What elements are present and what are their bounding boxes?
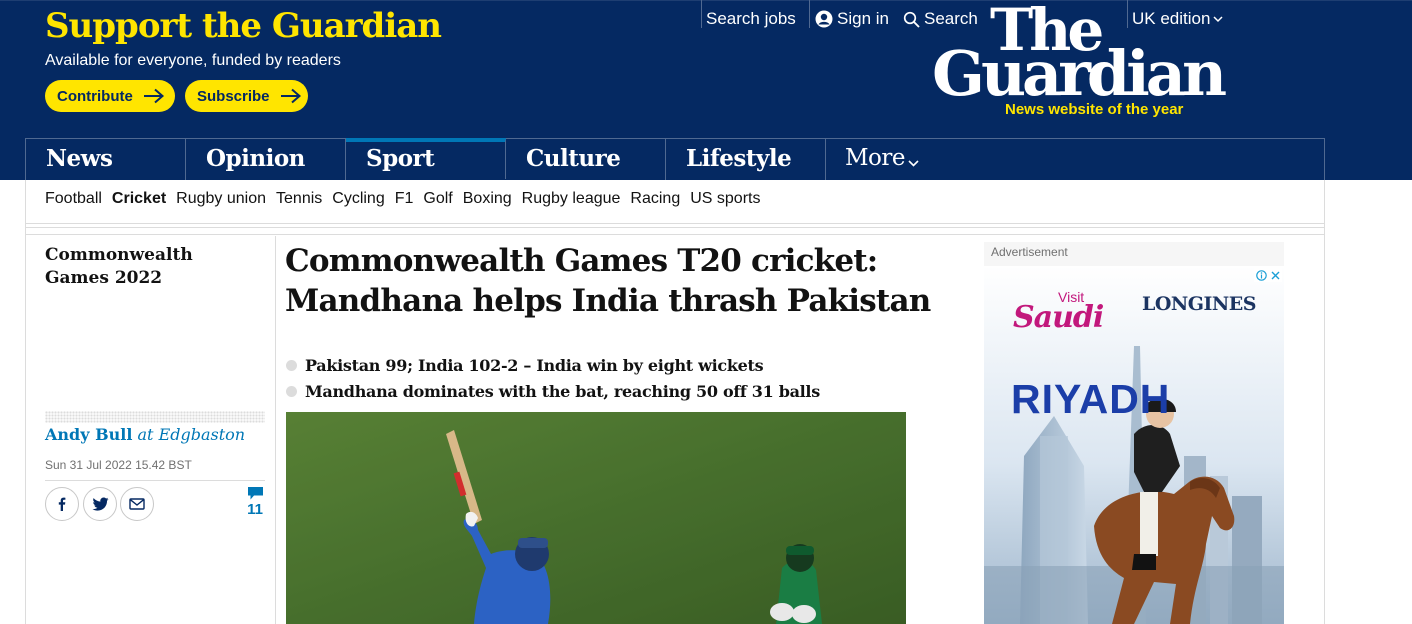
sign-in-wrap: Sign in	[809, 0, 895, 38]
series-link[interactable]: Commonwealth Games 2022	[45, 244, 245, 290]
chevron-down-icon	[1213, 16, 1223, 23]
pillar-news[interactable]: News	[26, 139, 186, 180]
pillar-more[interactable]: More	[836, 139, 996, 180]
search-jobs-link[interactable]: Search jobs	[700, 0, 802, 38]
subnav-rugby-league[interactable]: Rugby league	[522, 190, 621, 214]
subnav-cycling[interactable]: Cycling	[332, 190, 384, 214]
pillar-sport[interactable]: Sport	[346, 138, 506, 179]
advert-brand: Saudi	[1013, 300, 1104, 335]
close-icon	[1271, 271, 1280, 279]
dotted-divider	[45, 411, 265, 423]
subnav-rugby-union[interactable]: Rugby union	[176, 190, 266, 214]
byline: Andy Bull at Edgbaston	[45, 425, 245, 444]
divider	[25, 234, 1325, 235]
comment-count: 11	[247, 501, 263, 518]
share-email-button[interactable]	[120, 487, 154, 521]
byline-location: at Edgbaston	[137, 425, 246, 444]
edition-picker[interactable]: UK edition	[1126, 0, 1233, 38]
subscribe-label: Subscribe	[197, 87, 270, 105]
support-subtitle: Available for everyone, funded by reader…	[45, 52, 341, 69]
chevron-down-icon	[908, 160, 919, 167]
share-twitter-button[interactable]	[83, 487, 117, 521]
sign-in-label: Sign in	[837, 9, 889, 28]
logo-tagline: News website of the year	[1005, 101, 1184, 118]
column-divider	[275, 236, 276, 624]
divider	[25, 223, 1325, 224]
subnav-golf[interactable]: Golf	[423, 190, 452, 214]
article-headline: Commonwealth Games T20 cricket: Mandhana…	[285, 243, 931, 319]
share-facebook-button[interactable]	[45, 487, 79, 521]
standfirst-item: Pakistan 99; India 102-2 – India win by …	[286, 353, 946, 379]
account-icon	[815, 10, 833, 28]
contribute-button[interactable]: Contribute	[45, 80, 175, 112]
pillar-opinion[interactable]: Opinion	[186, 139, 346, 180]
pillar-lifestyle[interactable]: Lifestyle	[666, 139, 826, 180]
standfirst: Pakistan 99; India 102-2 – India win by …	[286, 353, 946, 405]
sport-subnav: Football Cricket Rugby union Tennis Cycl…	[45, 190, 770, 214]
author-link[interactable]: Andy Bull	[45, 425, 132, 444]
arrow-right-icon	[143, 88, 164, 104]
sign-in-link[interactable]: Sign in	[809, 0, 895, 38]
search-wrap: Search	[897, 0, 984, 38]
search-link[interactable]: Search	[897, 0, 984, 38]
advert-label: Advertisement	[991, 245, 1068, 259]
twitter-icon	[92, 497, 108, 511]
arrow-right-icon	[280, 88, 301, 104]
adchoices-icon	[1256, 269, 1267, 281]
main-media-photo[interactable]	[286, 412, 906, 624]
subnav-f1[interactable]: F1	[395, 190, 414, 214]
advert-sponsor: LONGINES	[1142, 293, 1256, 315]
subnav-cricket[interactable]: Cricket	[112, 190, 166, 214]
search-icon	[903, 11, 920, 28]
pillar-more-label: More	[845, 145, 906, 171]
advert-city: RIYADH	[1011, 376, 1171, 422]
pillar-culture[interactable]: Culture	[506, 139, 666, 180]
subscribe-button[interactable]: Subscribe	[185, 80, 308, 112]
logo-guardian: Guardian	[932, 37, 1227, 110]
pillar-nav: News Opinion Sport Culture Lifestyle Mor…	[25, 138, 1325, 180]
email-icon	[129, 498, 145, 510]
publish-date: Sun 31 Jul 2022 15.42 BST	[45, 458, 192, 472]
search-jobs-label: Search jobs	[706, 9, 796, 28]
edition-wrap: UK edition	[1126, 0, 1233, 38]
adchoices-button[interactable]	[1254, 268, 1282, 282]
subnav-tennis[interactable]: Tennis	[276, 190, 322, 214]
divider	[25, 227, 1325, 228]
divider	[45, 480, 265, 481]
subnav-racing[interactable]: Racing	[630, 190, 680, 214]
standfirst-item: Mandhana dominates with the bat, reachin…	[286, 379, 946, 405]
comments-link[interactable]: 11	[244, 486, 266, 518]
facebook-icon	[58, 497, 66, 511]
edition-label: UK edition	[1132, 9, 1211, 28]
support-title: Support the Guardian	[45, 6, 442, 46]
comment-icon	[247, 487, 263, 500]
contribute-label: Contribute	[57, 87, 133, 105]
subnav-boxing[interactable]: Boxing	[463, 190, 512, 214]
search-label: Search	[924, 9, 978, 28]
subnav-us-sports[interactable]: US sports	[690, 190, 760, 214]
subnav-football[interactable]: Football	[45, 190, 102, 214]
